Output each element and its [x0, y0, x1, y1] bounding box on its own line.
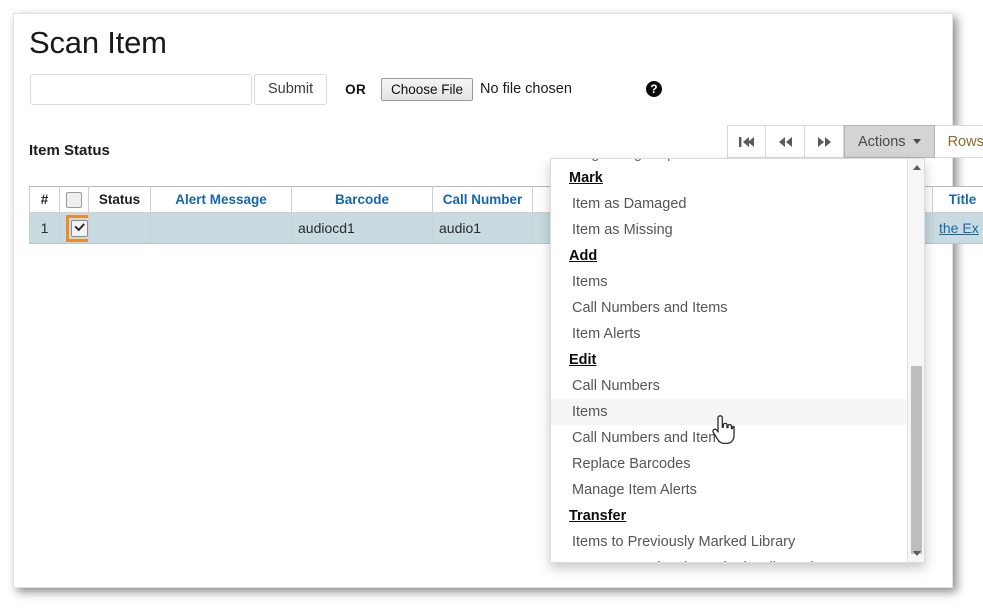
menu-item-add-items[interactable]: Items [551, 269, 908, 295]
column-header-number[interactable]: # [29, 186, 60, 213]
actions-button-label: Actions [858, 133, 906, 150]
cell-row-select[interactable] [59, 212, 89, 244]
scrollbar-thumb[interactable] [911, 366, 922, 554]
submit-button[interactable]: Submit [254, 73, 328, 105]
cell-alert-message [150, 212, 292, 244]
cell-call-number: audio1 [432, 212, 533, 244]
menu-item-replace-barcodes[interactable]: Replace Barcodes [551, 451, 908, 477]
column-header-title[interactable]: Title [932, 186, 983, 213]
rows-button-label: Rows [947, 133, 983, 150]
scan-form: Submit OR Choose File No file chosen ? [30, 73, 662, 105]
menu-item-edit-call-numbers-and-items[interactable]: Call Numbers and Items [551, 425, 908, 451]
menu-item-item-as-damaged[interactable]: Item as Damaged [551, 191, 908, 217]
actions-menu-scrollbar[interactable] [907, 159, 924, 562]
menu-group-mark: Mark [569, 170, 603, 186]
menu-group-edit: Edit [569, 352, 597, 368]
first-page-icon[interactable] [727, 125, 766, 158]
column-header-call-number[interactable]: Call Number [432, 186, 533, 213]
actions-menu-viewport: Originating Acquisition Mark Item as Dam… [551, 159, 908, 562]
barcode-input[interactable] [30, 73, 252, 105]
menu-item-transfer-items-to-call-number[interactable]: Items to Previously Marked Call Number [551, 555, 908, 562]
column-header-barcode[interactable]: Barcode [291, 186, 433, 213]
page-title: Scan Item [29, 25, 167, 60]
column-header-alert-message[interactable]: Alert Message [150, 186, 292, 213]
scroll-down-arrow-icon[interactable] [908, 545, 924, 562]
select-all-checkbox[interactable] [66, 191, 82, 208]
previous-page-icon[interactable] [766, 125, 805, 158]
title-link[interactable]: the Ex [939, 220, 979, 236]
menu-item-add-item-alerts[interactable]: Item Alerts [551, 321, 908, 347]
cell-status [88, 212, 151, 244]
column-header-status[interactable]: Status [88, 186, 151, 213]
column-header-select-all[interactable] [59, 186, 89, 213]
scan-item-page-panel: Scan Item Submit OR Choose File No file … [13, 13, 983, 588]
or-label: OR [345, 81, 366, 97]
scroll-up-arrow-icon[interactable] [908, 159, 924, 176]
next-page-icon[interactable] [805, 125, 844, 158]
menu-item-item-as-missing[interactable]: Item as Missing [551, 217, 908, 243]
row-select-checkbox[interactable] [71, 219, 88, 237]
menu-group-add: Add [569, 248, 598, 264]
actions-menu-list: Originating Acquisition Mark Item as Dam… [551, 159, 908, 562]
cell-barcode: audiocd1 [291, 212, 433, 244]
item-status-heading: Item Status [29, 142, 110, 159]
menu-item-add-call-numbers-and-items[interactable]: Call Numbers and Items [551, 295, 908, 321]
menu-group-transfer: Transfer [569, 508, 627, 524]
caret-down-icon [912, 139, 921, 144]
actions-dropdown-menu: Originating Acquisition Mark Item as Dam… [550, 158, 925, 563]
no-file-chosen-label: No file chosen [480, 81, 572, 97]
cell-row-number: 1 [29, 212, 60, 244]
results-toolbar: Actions Rows [727, 125, 983, 158]
menu-item-edit-call-numbers[interactable]: Call Numbers [551, 373, 908, 399]
menu-item-edit-items[interactable]: Items [551, 399, 908, 425]
rows-dropdown-button[interactable]: Rows [934, 125, 983, 158]
choose-file-button[interactable]: Choose File [381, 77, 474, 101]
help-circle-icon[interactable]: ? [645, 81, 662, 97]
cell-title[interactable]: the Ex [932, 212, 983, 244]
menu-item-manage-item-alerts[interactable]: Manage Item Alerts [551, 477, 908, 503]
row-checkbox-focus-ring [66, 214, 88, 242]
actions-dropdown-button[interactable]: Actions [844, 125, 935, 158]
menu-item-transfer-items-to-library[interactable]: Items to Previously Marked Library [551, 529, 908, 555]
